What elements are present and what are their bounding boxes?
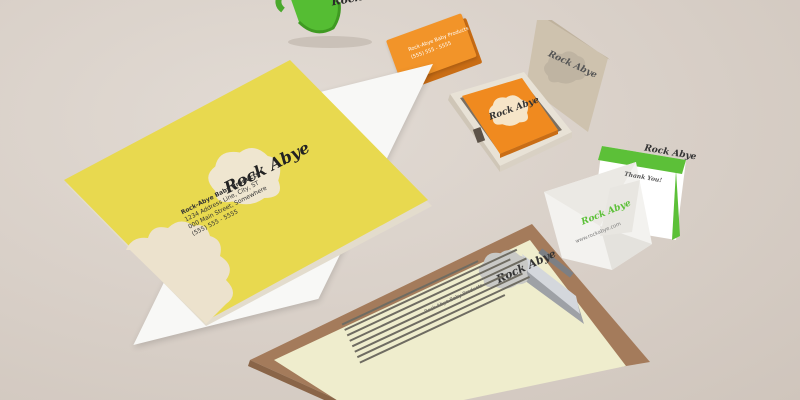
clipboard: Rock Abye Rock-Abye Baby Products <box>240 220 650 400</box>
mug-graphic <box>275 0 372 48</box>
stationery-mockup-scene: Rock Abye Rock-Abye Baby Products (555) … <box>0 0 800 400</box>
green-mug: Rock Abye <box>275 0 396 50</box>
